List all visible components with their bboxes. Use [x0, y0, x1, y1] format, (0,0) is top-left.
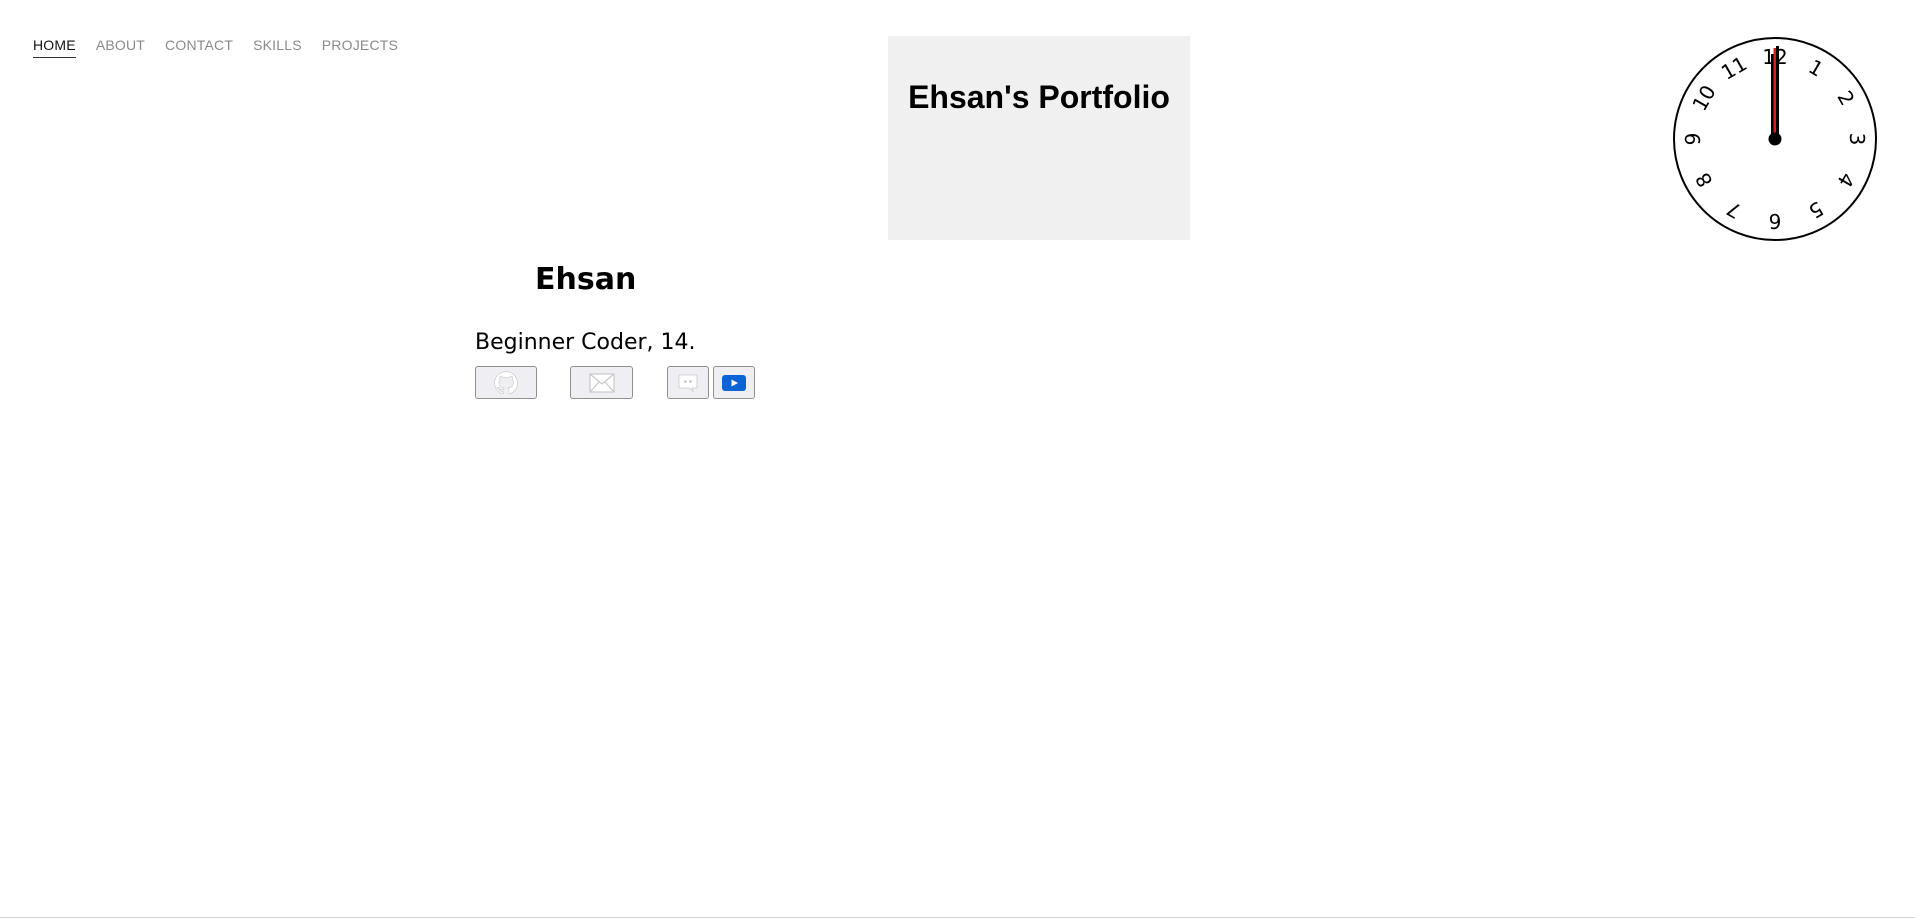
envelope-icon	[588, 372, 615, 393]
youtube-icon	[722, 374, 746, 391]
clock-second-hand	[1773, 48, 1776, 139]
analog-clock: 12 1 2 3 4 5 6 7 8 9 10 11	[1673, 37, 1877, 241]
youtube-button[interactable]	[713, 366, 755, 399]
email-button[interactable]	[570, 366, 633, 399]
nav-item-projects[interactable]: PROJECTS	[322, 37, 398, 58]
clock-minute-hand	[1776, 46, 1779, 139]
profile-name: Ehsan	[535, 262, 637, 297]
discord-icon	[678, 374, 698, 392]
nav-item-contact[interactable]: CONTACT	[165, 37, 233, 58]
github-button[interactable]	[475, 366, 537, 399]
main-nav: HOME ABOUT CONTACT SKILLS PROJECTS	[33, 37, 398, 58]
clock-numeral: 3	[1845, 133, 1869, 146]
clock-numeral: 6	[1769, 209, 1782, 233]
clock-center-pin	[1768, 132, 1782, 146]
nav-item-skills[interactable]: SKILLS	[253, 37, 302, 58]
page-title: Ehsan's Portfolio	[908, 79, 1170, 115]
page: HOME ABOUT CONTACT SKILLS PROJECTS Ehsan…	[0, 0, 1915, 918]
header-box: Ehsan's Portfolio	[888, 36, 1190, 240]
nav-item-about[interactable]: ABOUT	[96, 37, 145, 58]
nav-item-home[interactable]: HOME	[33, 37, 76, 58]
clock-numeral: 9	[1681, 133, 1705, 146]
github-icon	[494, 370, 518, 394]
discord-button[interactable]	[667, 366, 709, 399]
profile-tagline: Beginner Coder, 14.	[475, 330, 696, 355]
